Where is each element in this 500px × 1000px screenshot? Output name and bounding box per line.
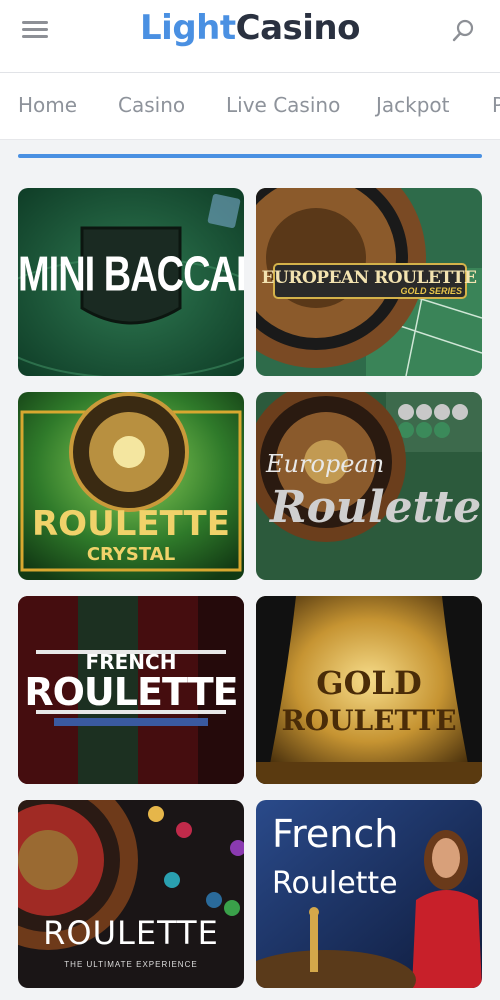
tab-casino[interactable]: Casino (118, 93, 185, 117)
search-icon[interactable] (450, 18, 476, 44)
section-divider (18, 154, 482, 158)
logo-casino-text: Casino (235, 8, 361, 48)
game-title: GOLD (316, 664, 422, 702)
game-subtitle: CRYSTAL (86, 544, 176, 565)
game-tile-roulette-ultimate[interactable]: ROULETTE THE ULTIMATE EXPERIENCE (18, 800, 244, 988)
app-header: LightCasino (0, 0, 500, 72)
category-nav: Home Casino Live Casino Jackpot P (0, 72, 500, 140)
logo-light-text: Light (140, 8, 236, 48)
game-tile-french-roulette[interactable]: FRENCH ROULETTE (18, 596, 244, 784)
game-subtitle: GOLD SERIES (400, 286, 462, 296)
game-tile-mini-baccarat[interactable]: MINI BACCARAT (18, 188, 244, 376)
tab-home[interactable]: Home (18, 93, 77, 117)
game-tile-european-roulette[interactable]: European Roulette (256, 392, 482, 580)
game-title: ROULETTE (32, 504, 230, 544)
game-title: EUROPEAN ROULETTE (261, 268, 477, 288)
game-title: European (266, 450, 385, 478)
game-subtitle: ROULETTE (24, 670, 238, 714)
game-subtitle: Roulette (272, 866, 398, 901)
game-tile-french-roulette-live[interactable]: French Roulette (256, 800, 482, 988)
game-title: French (272, 812, 399, 856)
tab-partial[interactable]: P (492, 93, 500, 117)
game-tile-gold-roulette[interactable]: GOLD ROULETTE (256, 596, 482, 784)
game-subtitle: ROULETTE (281, 704, 457, 737)
site-logo[interactable]: LightCasino (0, 8, 500, 48)
game-tile-european-roulette-gold[interactable]: EUROPEAN ROULETTE GOLD SERIES (256, 188, 482, 376)
game-subtitle: THE ULTIMATE EXPERIENCE (64, 960, 198, 969)
game-tile-roulette-crystal[interactable]: ROULETTE CRYSTAL (18, 392, 244, 580)
tab-live-casino[interactable]: Live Casino (226, 93, 340, 117)
tab-jackpot[interactable]: Jackpot (376, 93, 450, 117)
game-title: MINI BACCARAT (18, 247, 244, 303)
game-title: ROULETTE (43, 914, 219, 952)
game-subtitle: Roulette (270, 482, 482, 533)
